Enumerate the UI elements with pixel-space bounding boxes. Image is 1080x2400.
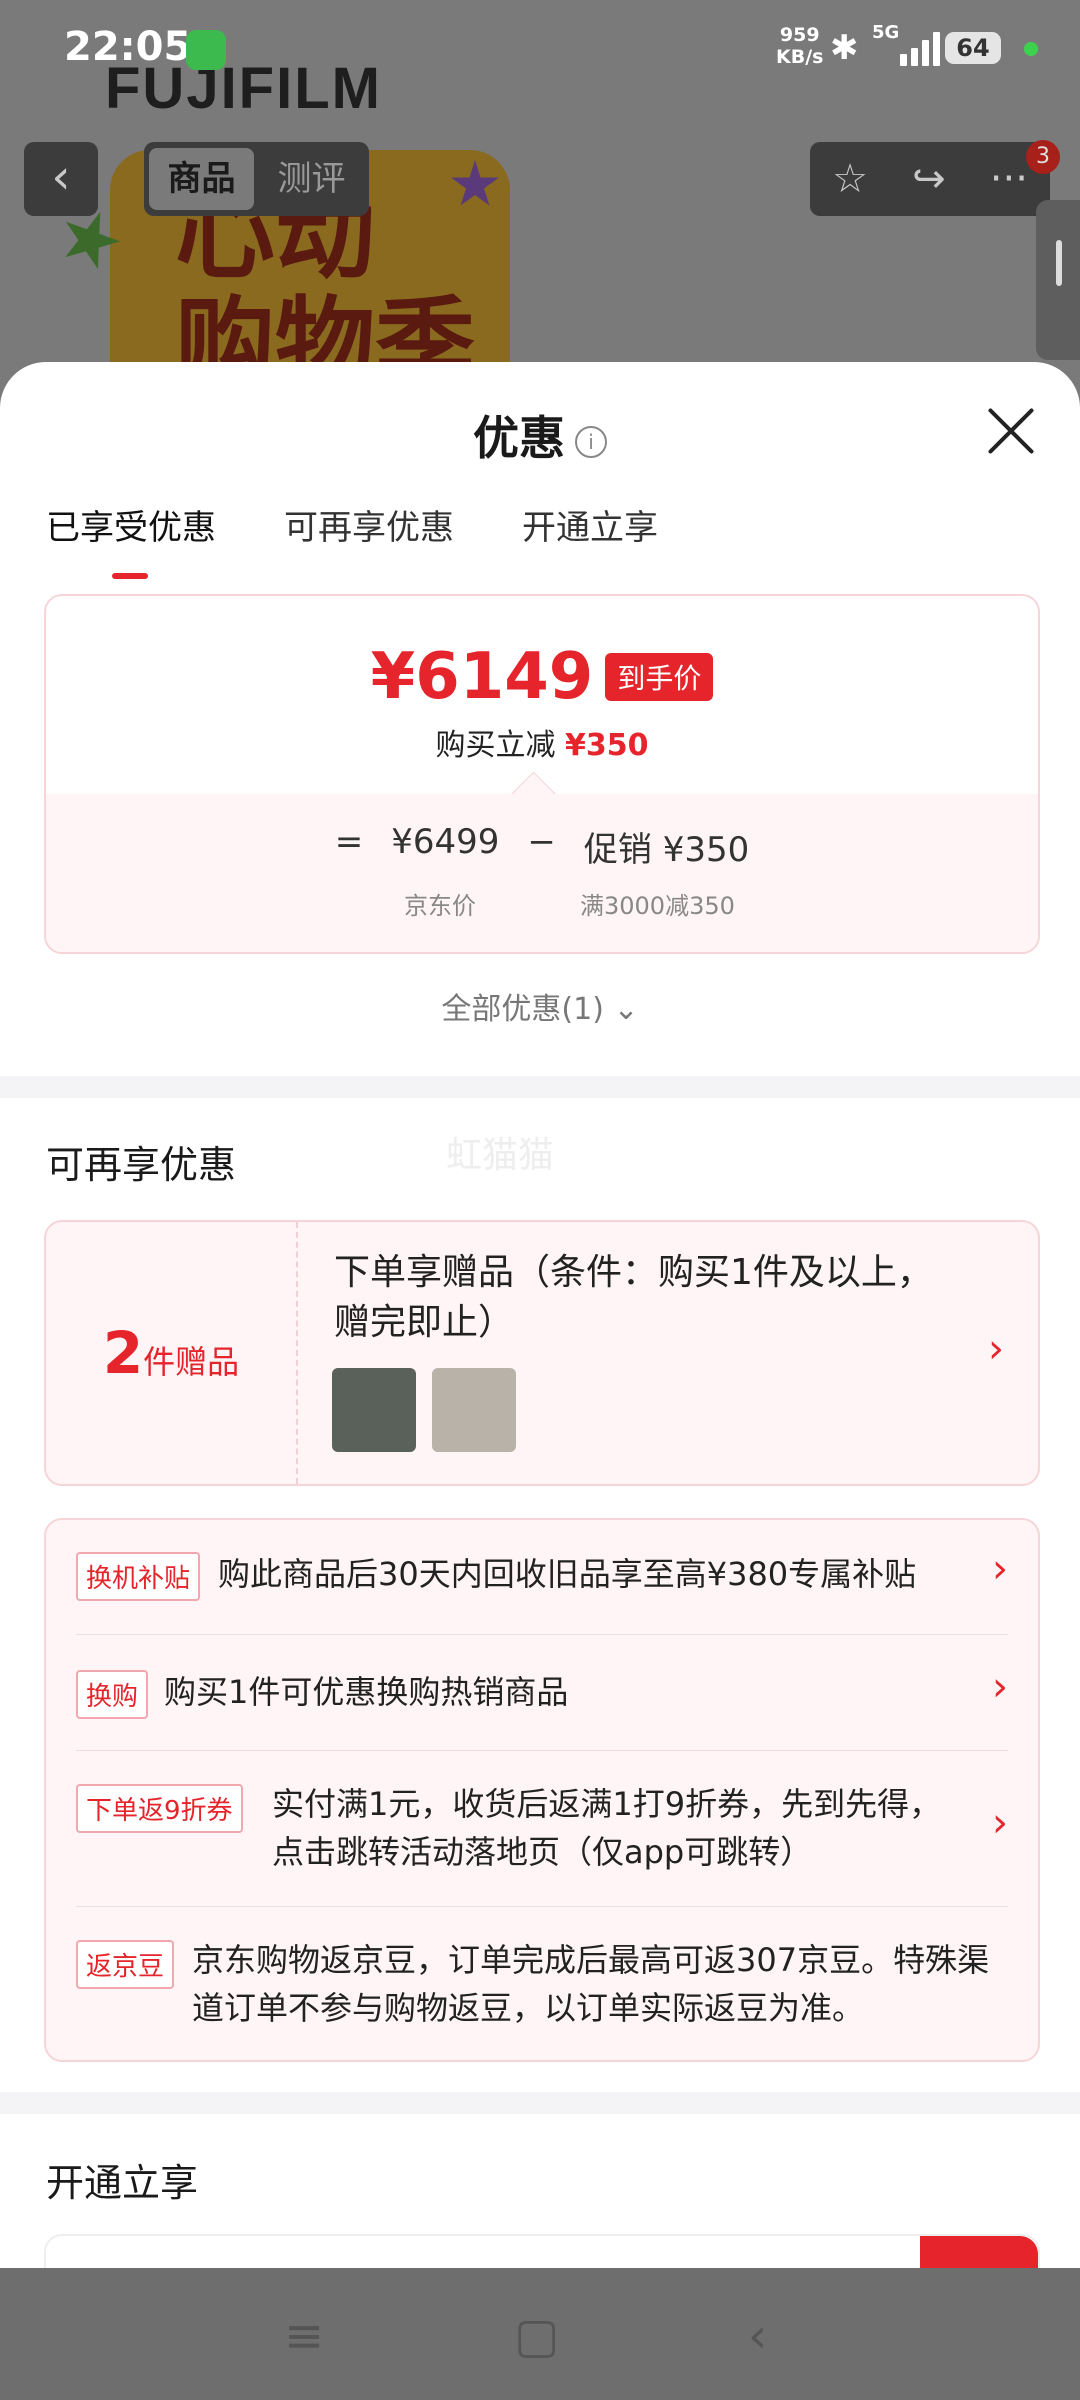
back-icon[interactable]: ‹: [748, 2308, 767, 2364]
signal-icon: [900, 32, 940, 66]
promo-tabs: 已享受优惠 可再享优惠 开通立享: [46, 500, 658, 579]
tab-review[interactable]: 测评: [259, 148, 364, 210]
tab-product[interactable]: 商品: [149, 148, 254, 210]
chevron-right-icon: ›: [992, 1800, 1008, 1846]
message-badge: 3: [1026, 140, 1060, 174]
promo-sheet: 优惠 i 已享受优惠 可再享优惠 开通立享 ¥6149 到手价 购买立减 ¥350…: [0, 362, 1080, 2268]
gift-description: 下单享赠品（条件：购买1件及以上，赠完即止）: [334, 1252, 933, 1343]
wechat-icon: [186, 30, 226, 70]
promo-text: 京东购物返京豆，订单完成后最高可返307京豆。特殊渠道订单不参与购物返豆，以订单…: [192, 1941, 990, 2027]
nav-actions: ☆ ↪ ···: [810, 142, 1050, 216]
price-formula: = ¥6499 − 促销 ¥350: [334, 822, 750, 870]
gift-image: [332, 1368, 416, 1452]
status-bar: 22:05 959 KB/s ✱ 5G 64: [0, 0, 1080, 100]
list-item[interactable]: 换机补贴 购此商品后30天内回收旧品享至高¥380专属补贴 ›: [76, 1520, 1008, 1635]
chevron-right-icon: ›: [992, 1546, 1008, 1592]
info-icon[interactable]: i: [575, 425, 607, 458]
star-icon[interactable]: ☆: [832, 156, 868, 202]
system-nav-bar: ≡ ▢ ‹: [0, 2268, 1080, 2400]
tab-open[interactable]: 开通立享: [522, 500, 658, 579]
promo-text: 购此商品后30天内回收旧品享至高¥380专属补贴: [218, 1555, 917, 1593]
promo-tag: 下单返9折券: [76, 1784, 243, 1833]
section-title-open: 开通立享: [46, 2161, 199, 2205]
menu-icon[interactable]: ≡: [284, 2308, 324, 2364]
promo-tag: 返京豆: [76, 1940, 175, 1989]
promo-tag: 换购: [76, 1670, 149, 1719]
promo-text: 实付满1元，收货后返满1打9折券，先到先得，点击跳转活动落地页（仅app可跳转）: [272, 1785, 942, 1871]
battery-icon: 64: [945, 32, 1001, 64]
tab-more[interactable]: 可再享优惠: [284, 500, 454, 579]
product-tabs: 商品 测评: [144, 142, 369, 216]
home-icon[interactable]: ▢: [514, 2308, 559, 2364]
side-handle[interactable]: [1036, 200, 1080, 360]
bluetooth-icon: ✱: [830, 28, 859, 68]
promo-text: 购买1件可优惠换购热销商品: [164, 1673, 569, 1711]
chevron-down-icon: ⌄: [613, 992, 639, 1027]
final-price: ¥6149 到手价: [46, 640, 1038, 714]
close-icon[interactable]: [986, 406, 1036, 456]
original-price-label: 京东价: [404, 892, 476, 920]
status-dot: [1024, 42, 1038, 56]
gift-images: [332, 1368, 516, 1452]
list-item[interactable]: 下单返9折券 实付满1元，收货后返满1打9折券，先到先得，点击跳转活动落地页（仅…: [76, 1750, 1008, 1907]
price-breakdown: ¥6149 到手价 购买立减 ¥350 = ¥6499 − 促销 ¥350 京东…: [44, 594, 1040, 954]
gift-count: 2件赠品: [46, 1222, 298, 1484]
gift-card[interactable]: 2件赠品 下单享赠品（条件：购买1件及以上，赠完即止） ›: [44, 1220, 1040, 1486]
more-icon[interactable]: ···: [990, 156, 1028, 202]
chevron-right-icon: ›: [992, 1664, 1008, 1710]
original-price: ¥6499: [391, 822, 500, 862]
clock: 22:05: [64, 24, 192, 70]
promo-list: 换机补贴 购此商品后30天内回收旧品享至高¥380专属补贴 › 换购 购买1件可…: [44, 1518, 1040, 2062]
final-price-tag: 到手价: [605, 653, 714, 701]
list-item[interactable]: 换购 购买1件可优惠换购热销商品 ›: [76, 1634, 1008, 1751]
tab-enjoyed[interactable]: 已享受优惠: [46, 500, 216, 579]
chevron-right-icon: ›: [988, 1326, 1004, 1372]
watermark: 虹猫猫: [446, 1135, 555, 1176]
open-card[interactable]: [44, 2234, 1040, 2268]
promo-discount: 促销 ¥350: [583, 830, 750, 870]
gift-image: [432, 1368, 516, 1452]
section-title-more: 可再享优惠: [46, 1143, 237, 1187]
save-line: 购买立减 ¥350: [435, 728, 649, 763]
final-price-value: ¥6149: [370, 640, 594, 714]
share-icon[interactable]: ↪: [912, 156, 946, 202]
back-button[interactable]: ‹: [24, 142, 98, 216]
promo-rule: 满3000减350: [580, 892, 735, 920]
all-promos-link[interactable]: 全部优惠(1) ⌄: [0, 984, 1080, 1028]
list-item: 返京豆 京东购物返京豆，订单完成后最高可返307京豆。特殊渠道订单不参与购物返豆…: [76, 1906, 1008, 2058]
promo-tag: 换机补贴: [76, 1552, 201, 1601]
net-speed: 959 KB/s: [776, 24, 824, 68]
sheet-title: 优惠 i: [0, 402, 1080, 468]
signal-label: 5G: [872, 22, 900, 43]
